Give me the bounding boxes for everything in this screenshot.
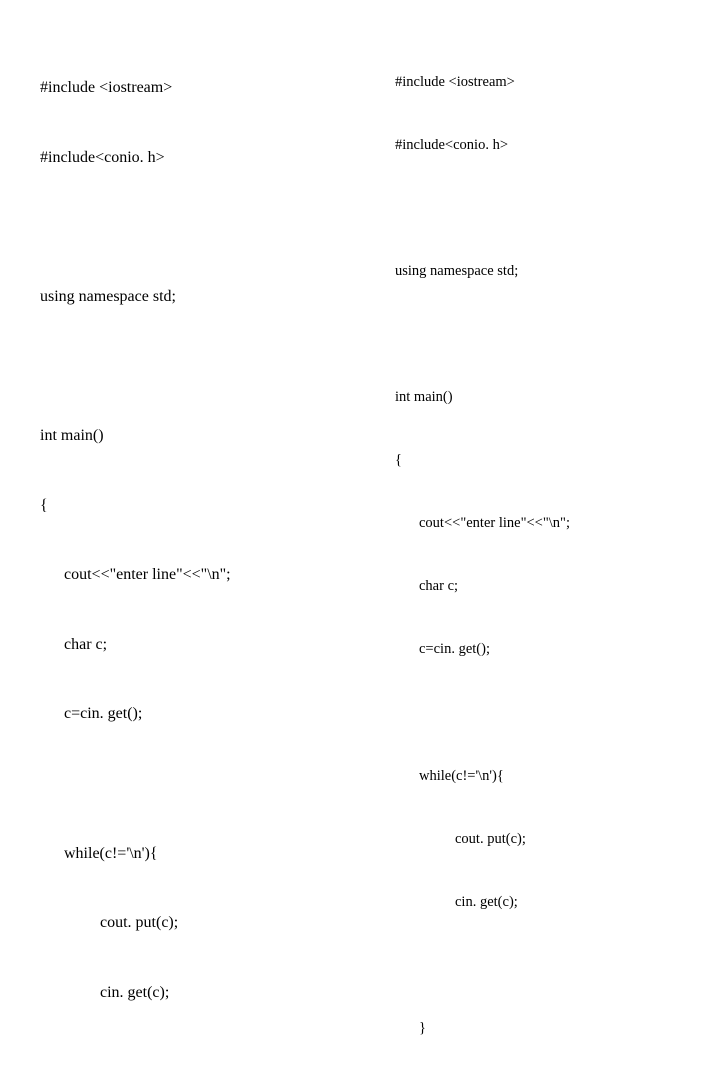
blank-line xyxy=(395,703,690,724)
code-line: { xyxy=(395,450,690,471)
code-line: #include <iostream> xyxy=(40,76,335,99)
code-column-left: #include <iostream> #include<conio. h> u… xyxy=(40,30,335,520)
code-line: c=cin. get(); xyxy=(40,702,335,725)
blank-line xyxy=(40,355,335,378)
code-line: cout<<"enter line"<<"\n"; xyxy=(40,563,335,586)
code-line: cout. put(c); xyxy=(40,911,335,934)
code-line: #include<conio. h> xyxy=(40,146,335,169)
code-line: while(c!='\n'){ xyxy=(40,842,335,865)
blank-line xyxy=(40,216,335,239)
code-line: cin. get(c); xyxy=(40,981,335,1004)
code-line: using namespace std; xyxy=(40,285,335,308)
code-line: c=cin. get(); xyxy=(395,639,690,660)
code-line: int main() xyxy=(395,387,690,408)
slide: #include <iostream> #include<conio. h> u… xyxy=(0,0,720,540)
blank-line xyxy=(40,1050,335,1073)
code-line: char c; xyxy=(395,576,690,597)
code-line: int main() xyxy=(40,424,335,447)
code-line: { xyxy=(40,494,335,517)
code-line: } xyxy=(395,1018,690,1039)
code-line: using namespace std; xyxy=(395,261,690,282)
code-line: #include<conio. h> xyxy=(395,135,690,156)
code-column-right: #include <iostream> #include<conio. h> u… xyxy=(395,30,690,520)
code-line: #include <iostream> xyxy=(395,72,690,93)
code-line: cout. put(c); xyxy=(395,829,690,850)
code-line: cout<<"enter line"<<"\n"; xyxy=(395,513,690,534)
blank-line xyxy=(395,198,690,219)
blank-line xyxy=(395,955,690,976)
blank-line xyxy=(40,772,335,795)
blank-line xyxy=(395,324,690,345)
code-line: while(c!='\n'){ xyxy=(395,766,690,787)
code-line: char c; xyxy=(40,633,335,656)
code-line: cin. get(c); xyxy=(395,892,690,913)
